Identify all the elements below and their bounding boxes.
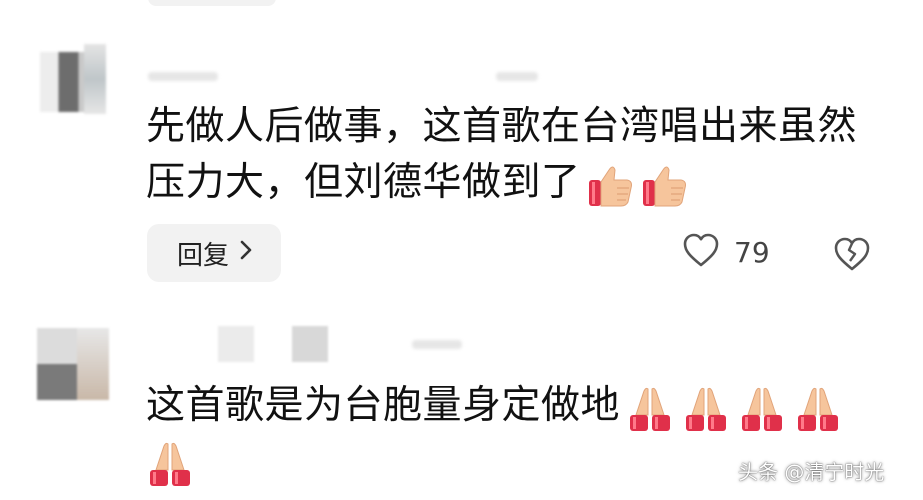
username-blurred xyxy=(292,326,328,362)
emoji-row-second-line xyxy=(146,440,202,488)
reply-button[interactable]: 回复 xyxy=(147,224,281,282)
comment-text: 这首歌是为台胞量身定做地 xyxy=(146,378,850,436)
chevron-right-icon xyxy=(239,239,253,267)
thumbs-up-icon xyxy=(587,162,635,210)
comment-text-line2: 压力大，但刘德华做到了 xyxy=(146,160,581,205)
folded-hands-icon xyxy=(794,385,842,433)
emoji-row xyxy=(626,380,850,436)
avatar[interactable] xyxy=(40,44,106,114)
reply-label: 回复 xyxy=(177,240,230,271)
broken-heart-icon[interactable] xyxy=(832,234,872,274)
comment-text-second-line: 压力大，但刘德华做到了 xyxy=(146,155,695,213)
meta-blurred xyxy=(412,340,462,349)
avatar[interactable] xyxy=(37,328,109,400)
like-count: 79 xyxy=(734,235,770,269)
folded-hands-icon xyxy=(738,385,786,433)
previous-reply-button[interactable] xyxy=(148,0,276,6)
folded-hands-icon xyxy=(146,440,194,488)
comment-text-line1: 先做人后做事，这首歌在台湾唱出来虽然 xyxy=(146,104,858,149)
watermark: 头条 @清宁时光 xyxy=(738,460,885,484)
comment-text-line1: 这首歌是为台胞量身定做地 xyxy=(146,383,621,428)
meta-blurred xyxy=(496,72,538,81)
username-blurred[interactable] xyxy=(148,72,218,81)
folded-hands-icon xyxy=(626,385,674,433)
folded-hands-icon xyxy=(682,385,730,433)
thumbs-up-icon xyxy=(641,162,689,210)
emoji-row xyxy=(587,157,695,213)
username-blurred[interactable] xyxy=(218,326,254,362)
comment-text: 先做人后做事，这首歌在台湾唱出来虽然 xyxy=(146,99,857,155)
heart-icon xyxy=(682,232,720,272)
like-button[interactable]: 79 xyxy=(682,232,770,272)
